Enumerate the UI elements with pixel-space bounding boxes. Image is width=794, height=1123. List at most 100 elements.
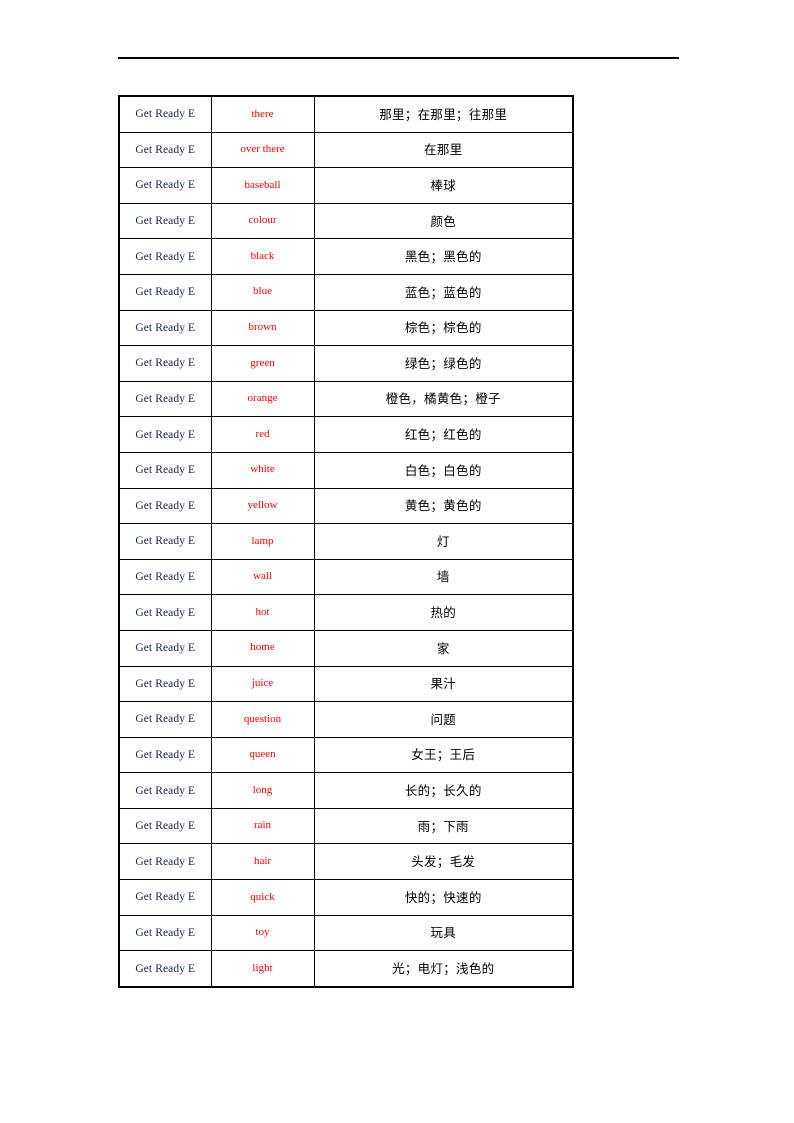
table-row: Get Ready Elight 光；电灯；浅色的 xyxy=(118,950,574,988)
chinese-meaning-cell: 热的 xyxy=(313,594,574,631)
chinese-meaning-cell: 绿色；绿色的 xyxy=(313,345,574,382)
unit-cell: Get Ready E xyxy=(118,914,212,952)
chinese-meaning-cell: 棕色；棕色的 xyxy=(313,309,574,347)
table-row: Get Ready Ebaseball 棒球 xyxy=(118,167,574,204)
english-word-cell: orange xyxy=(210,380,315,418)
english-word-cell: light xyxy=(210,950,315,988)
unit-cell: Get Ready E xyxy=(118,345,212,382)
unit-cell: Get Ready E xyxy=(118,167,212,204)
table-row: Get Ready Ethere 那里；在那里；往那里 xyxy=(118,94,574,133)
unit-cell: Get Ready E xyxy=(118,416,212,453)
english-word-cell: baseball xyxy=(210,167,315,204)
english-word-cell: red xyxy=(210,416,315,453)
table-row: Get Ready Equick 快的；快速的 xyxy=(118,879,574,916)
table-row: Get Ready Elamp 灯 xyxy=(118,523,574,560)
header-rule xyxy=(118,57,679,59)
table-row: Get Ready Ehair 头发；毛发 xyxy=(118,843,574,881)
chinese-meaning-cell: 黑色；黑色的 xyxy=(313,238,574,275)
unit-cell: Get Ready E xyxy=(118,238,212,275)
english-word-cell: hot xyxy=(210,594,315,631)
table-row: Get Ready Ehot 热的 xyxy=(118,594,574,631)
english-word-cell: hair xyxy=(210,843,315,881)
vocabulary-table-body: Get Ready Ethere 那里；在那里；往那里 Get Ready Eove… xyxy=(118,94,574,988)
chinese-meaning-cell: 橙色，橘黄色；橙子 xyxy=(313,380,574,418)
english-word-cell: brown xyxy=(210,309,315,347)
table-row: Get Ready Ejuice 果汁 xyxy=(118,665,574,703)
unit-cell: Get Ready E xyxy=(118,380,212,418)
chinese-meaning-cell: 墙 xyxy=(313,558,574,596)
english-word-cell: question xyxy=(210,701,315,738)
table-row: Get Ready Ered 红色；红色的 xyxy=(118,416,574,453)
unit-cell: Get Ready E xyxy=(118,202,212,240)
table-row: Get Ready Etoy 玩具 xyxy=(118,914,574,952)
chinese-meaning-cell: 果汁 xyxy=(313,665,574,703)
unit-cell: Get Ready E xyxy=(118,879,212,916)
unit-cell: Get Ready E xyxy=(118,273,212,311)
vocabulary-table: Get Ready Ethere 那里；在那里；往那里 Get Ready Eove… xyxy=(118,94,574,988)
table-row: Get Ready Ebrown 棕色；棕色的 xyxy=(118,309,574,347)
table-row: Get Ready Ehome 家 xyxy=(118,629,574,667)
unit-cell: Get Ready E xyxy=(118,665,212,703)
unit-cell: Get Ready E xyxy=(118,487,212,525)
chinese-meaning-cell: 灯 xyxy=(313,523,574,560)
document-page: Get Ready Ethere 那里；在那里；往那里 Get Ready Eove… xyxy=(0,0,794,1123)
english-word-cell: rain xyxy=(210,807,315,845)
unit-cell: Get Ready E xyxy=(118,94,212,133)
unit-cell: Get Ready E xyxy=(118,843,212,881)
table-row: Get Ready Ecolour 颜色 xyxy=(118,202,574,240)
chinese-meaning-cell: 白色；白色的 xyxy=(313,451,574,489)
unit-cell: Get Ready E xyxy=(118,807,212,845)
english-word-cell: green xyxy=(210,345,315,382)
english-word-cell: wall xyxy=(210,558,315,596)
chinese-meaning-cell: 棒球 xyxy=(313,167,574,204)
chinese-meaning-cell: 黄色；黄色的 xyxy=(313,487,574,525)
table-row: Get Ready Erain 雨；下雨 xyxy=(118,807,574,845)
english-word-cell: blue xyxy=(210,273,315,311)
chinese-meaning-cell: 女王；王后 xyxy=(313,736,574,774)
english-word-cell: queen xyxy=(210,736,315,774)
unit-cell: Get Ready E xyxy=(118,629,212,667)
english-word-cell: over there xyxy=(210,131,315,169)
table-row: Get Ready Eblue 蓝色；蓝色的 xyxy=(118,273,574,311)
table-row: Get Ready Eorange 橙色，橘黄色；橙子 xyxy=(118,380,574,418)
chinese-meaning-cell: 那里；在那里；往那里 xyxy=(313,94,574,133)
chinese-meaning-cell: 头发；毛发 xyxy=(313,843,574,881)
chinese-meaning-cell: 颜色 xyxy=(313,202,574,240)
english-word-cell: toy xyxy=(210,914,315,952)
unit-cell: Get Ready E xyxy=(118,772,212,809)
unit-cell: Get Ready E xyxy=(118,950,212,988)
table-row: Get Ready Eover there 在那里 xyxy=(118,131,574,169)
table-row: Get Ready Eyellow 黄色；黄色的 xyxy=(118,487,574,525)
chinese-meaning-cell: 红色；红色的 xyxy=(313,416,574,453)
table-row: Get Ready Eblack 黑色；黑色的 xyxy=(118,238,574,275)
chinese-meaning-cell: 在那里 xyxy=(313,131,574,169)
unit-cell: Get Ready E xyxy=(118,131,212,169)
table-row: Get Ready Ewhite 白色；白色的 xyxy=(118,451,574,489)
english-word-cell: quick xyxy=(210,879,315,916)
english-word-cell: juice xyxy=(210,665,315,703)
chinese-meaning-cell: 雨；下雨 xyxy=(313,807,574,845)
chinese-meaning-cell: 问题 xyxy=(313,701,574,738)
unit-cell: Get Ready E xyxy=(118,451,212,489)
english-word-cell: black xyxy=(210,238,315,275)
unit-cell: Get Ready E xyxy=(118,309,212,347)
chinese-meaning-cell: 快的；快速的 xyxy=(313,879,574,916)
chinese-meaning-cell: 长的；长久的 xyxy=(313,772,574,809)
chinese-meaning-cell: 光；电灯；浅色的 xyxy=(313,950,574,988)
english-word-cell: there xyxy=(210,94,315,133)
unit-cell: Get Ready E xyxy=(118,523,212,560)
unit-cell: Get Ready E xyxy=(118,558,212,596)
english-word-cell: yellow xyxy=(210,487,315,525)
chinese-meaning-cell: 玩具 xyxy=(313,914,574,952)
chinese-meaning-cell: 蓝色；蓝色的 xyxy=(313,273,574,311)
english-word-cell: white xyxy=(210,451,315,489)
chinese-meaning-cell: 家 xyxy=(313,629,574,667)
english-word-cell: long xyxy=(210,772,315,809)
unit-cell: Get Ready E xyxy=(118,701,212,738)
unit-cell: Get Ready E xyxy=(118,594,212,631)
english-word-cell: home xyxy=(210,629,315,667)
table-row: Get Ready Equestion 问题 xyxy=(118,701,574,738)
table-row: Get Ready Equeen 女王；王后 xyxy=(118,736,574,774)
table-row: Get Ready Elong 长的；长久的 xyxy=(118,772,574,809)
table-row: Get Ready Egreen 绿色；绿色的 xyxy=(118,345,574,382)
